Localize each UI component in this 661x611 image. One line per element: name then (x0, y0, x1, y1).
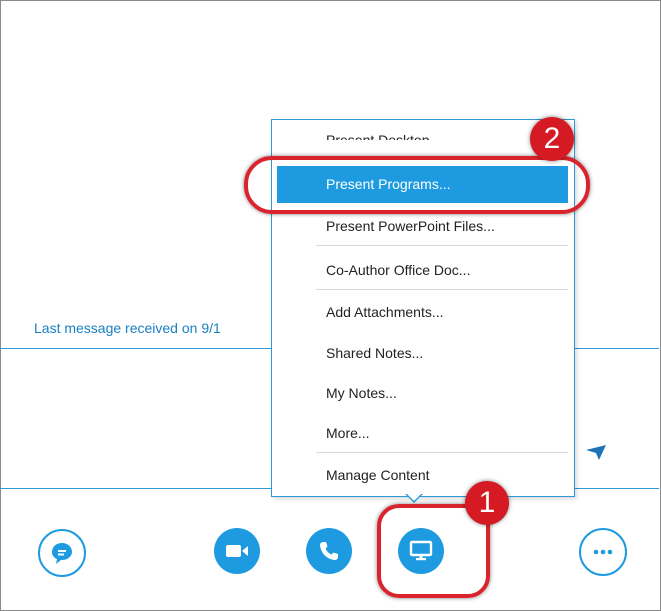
menu-item-shared-notes[interactable]: Shared Notes... (326, 345, 423, 361)
last-message-status: Last message received on 9/1 (34, 320, 221, 336)
step-1-badge: 1 (465, 481, 509, 525)
menu-item-co-author-office-doc[interactable]: Co-Author Office Doc... (326, 262, 470, 278)
im-chat-button[interactable] (38, 529, 86, 577)
menu-item-manage-content[interactable]: Manage Content (326, 467, 430, 483)
more-options-button[interactable] (579, 528, 627, 576)
audio-call-button[interactable] (306, 528, 352, 574)
more-options-icon (593, 549, 613, 555)
im-chat-icon (52, 543, 72, 564)
send-icon[interactable] (586, 444, 606, 460)
menu-item-present-desktop[interactable]: Present Desktop (277, 120, 568, 140)
phone-icon (320, 542, 338, 560)
menu-item-more[interactable]: More... (326, 425, 370, 441)
menu-separator (316, 289, 568, 290)
menu-item-my-notes[interactable]: My Notes... (326, 385, 397, 401)
video-call-button[interactable] (214, 528, 260, 574)
highlight-ring-present-programs (244, 156, 590, 214)
menu-separator (316, 245, 568, 246)
menu-item-add-attachments[interactable]: Add Attachments... (326, 304, 444, 320)
menu-item-present-powerpoint-files[interactable]: Present PowerPoint Files... (277, 212, 568, 232)
step-2-badge: 2 (530, 117, 574, 161)
menu-separator (316, 452, 568, 453)
video-camera-icon (226, 545, 248, 557)
